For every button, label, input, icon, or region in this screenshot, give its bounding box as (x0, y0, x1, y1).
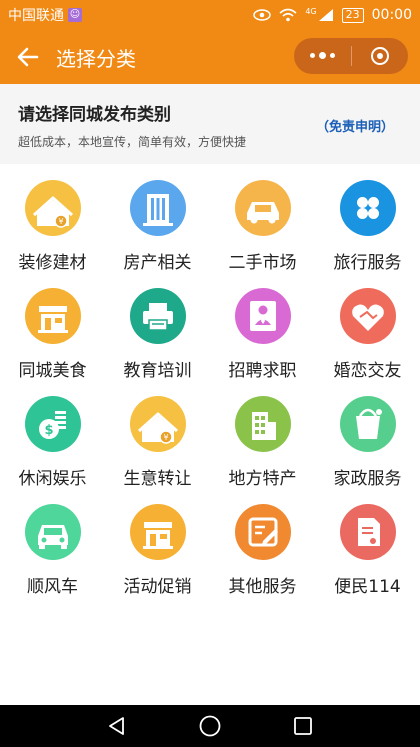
category-item[interactable]: 其他服务 (210, 502, 315, 610)
page-title: 选择分类 (56, 46, 136, 71)
category-item[interactable]: 教育培训 (105, 286, 210, 394)
mini-program-capsule (294, 38, 408, 74)
building-small-icon (234, 396, 291, 452)
category-item[interactable]: 同城美食 (0, 286, 105, 394)
svg-text:¥: ¥ (58, 217, 63, 226)
back-button[interactable] (0, 30, 56, 84)
square-recents-icon (294, 717, 313, 735)
category-item[interactable]: 二手市场 (210, 178, 315, 286)
category-label: 装修建材 (18, 253, 87, 273)
status-bar: 中国联通 ☺ 4G 23 00:00 (0, 0, 420, 30)
heart-handshake-icon (339, 288, 396, 344)
more-dots-icon (309, 52, 335, 59)
category-label: 活动促销 (123, 577, 192, 597)
category-item[interactable]: 家政服务 (315, 394, 420, 502)
category-label: 其他服务 (228, 577, 297, 597)
carrier-info: 中国联通 ☺ (8, 5, 82, 25)
svg-text:¥: ¥ (163, 433, 168, 442)
svg-text:$: $ (44, 423, 53, 438)
category-item[interactable]: 活动促销 (105, 502, 210, 610)
category-label: 二手市场 (228, 253, 297, 273)
close-mini-program-button[interactable] (352, 38, 409, 74)
more-menu-button[interactable] (294, 38, 351, 74)
category-label: 招聘求职 (228, 361, 297, 381)
coins-icon: $ (24, 396, 81, 452)
category-label: 生意转让 (123, 469, 192, 489)
category-label: 家政服务 (333, 469, 402, 489)
stall-icon (129, 504, 186, 560)
header-subtitle: 超低成本，本地宣传，简单有效，方便快捷 (18, 135, 247, 149)
carrier-name: 中国联通 (8, 8, 64, 24)
category-label: 休闲娱乐 (18, 469, 87, 489)
navigation-bar: 选择分类 (0, 30, 420, 84)
category-item[interactable]: 房产相关 (105, 178, 210, 286)
person-tie-icon (234, 288, 291, 344)
house-money-icon: ¥ (129, 396, 186, 452)
disclaimer-link[interactable]: （免责申明） (316, 116, 394, 135)
category-item[interactable]: 招聘求职 (210, 286, 315, 394)
category-item[interactable]: 顺风车 (0, 502, 105, 610)
category-item[interactable]: 旅行服务 (315, 178, 420, 286)
category-item[interactable]: ¥ 生意转让 (105, 394, 210, 502)
category-label: 房产相关 (123, 253, 192, 273)
category-label: 顺风车 (27, 577, 78, 597)
arrow-left-icon (17, 47, 39, 67)
category-item[interactable]: 婚恋交友 (315, 286, 420, 394)
edit-icon (234, 504, 291, 560)
building-icon (129, 180, 186, 236)
system-recents-button[interactable] (283, 706, 323, 746)
category-label: 旅行服务 (333, 253, 402, 273)
signal-icon (318, 9, 333, 21)
circle-home-icon (199, 715, 221, 737)
category-label: 同城美食 (18, 361, 87, 381)
category-item[interactable]: 便民114 (315, 502, 420, 610)
system-home-button[interactable] (190, 706, 230, 746)
document-icon (339, 504, 396, 560)
triangle-back-icon (108, 717, 124, 735)
target-circle-icon (370, 47, 389, 65)
category-item[interactable]: $ 休闲娱乐 (0, 394, 105, 502)
category-item[interactable]: 地方特产 (210, 394, 315, 502)
status-icons: 4G 23 00:00 (253, 7, 412, 23)
clover-icon (339, 180, 396, 236)
system-navigation-bar (0, 705, 420, 747)
car-front-icon (24, 504, 81, 560)
printer-icon (129, 288, 186, 344)
category-header: 请选择同城发布类别 超低成本，本地宣传，简单有效，方便快捷 （免责申明） (0, 84, 420, 164)
clock: 00:00 (371, 7, 412, 23)
category-item[interactable]: ¥ 装修建材 (0, 178, 105, 286)
eye-icon (253, 9, 272, 21)
house-money-icon: ¥ (24, 180, 81, 236)
category-label: 地方特产 (228, 469, 297, 489)
system-back-button[interactable] (97, 706, 137, 746)
carrier-app-icon: ☺ (68, 8, 82, 22)
category-label: 便民114 (334, 577, 401, 597)
bucket-icon (339, 396, 396, 452)
wifi-icon (279, 8, 297, 22)
car-icon (234, 180, 291, 236)
category-label: 婚恋交友 (333, 361, 402, 381)
stall-icon (24, 288, 81, 344)
category-label: 教育培训 (123, 361, 192, 381)
network-type: 4G (305, 7, 317, 16)
battery-indicator: 23 (341, 7, 364, 23)
